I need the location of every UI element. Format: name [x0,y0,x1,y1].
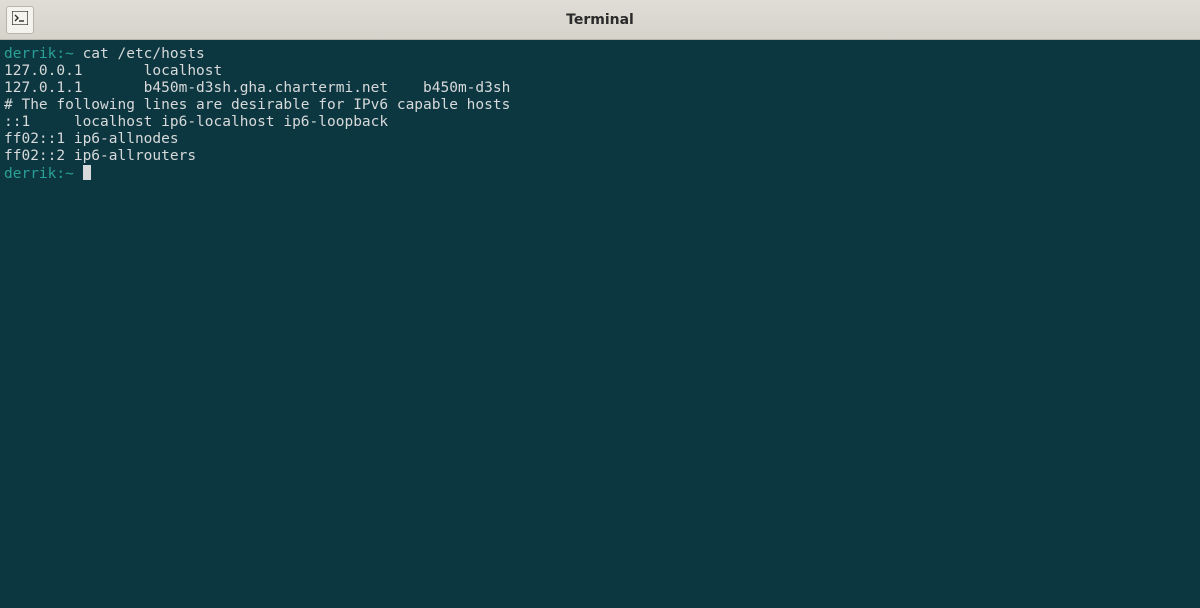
trailing-space [74,166,83,182]
terminal-cursor [83,165,91,180]
app-menu-button[interactable] [6,6,34,34]
terminal-output[interactable]: derrik:~ cat /etc/hosts127.0.0.1 localho… [0,40,1200,608]
output-line: 127.0.1.1 b450m-d3sh.gha.chartermi.net b… [4,80,1196,97]
terminal-icon [12,10,28,29]
command-text: cat /etc/hosts [74,46,205,62]
shell-prompt: derrik:~ [4,46,74,62]
window-titlebar: Terminal [0,0,1200,40]
output-line: ff02::2 ip6-allrouters [4,148,1196,165]
output-line: # The following lines are desirable for … [4,97,1196,114]
output-line: ::1 localhost ip6-localhost ip6-loopback [4,114,1196,131]
output-line: ff02::1 ip6-allnodes [4,131,1196,148]
output-line: 127.0.0.1 localhost [4,63,1196,80]
window-title: Terminal [0,12,1200,28]
shell-prompt: derrik:~ [4,166,74,182]
